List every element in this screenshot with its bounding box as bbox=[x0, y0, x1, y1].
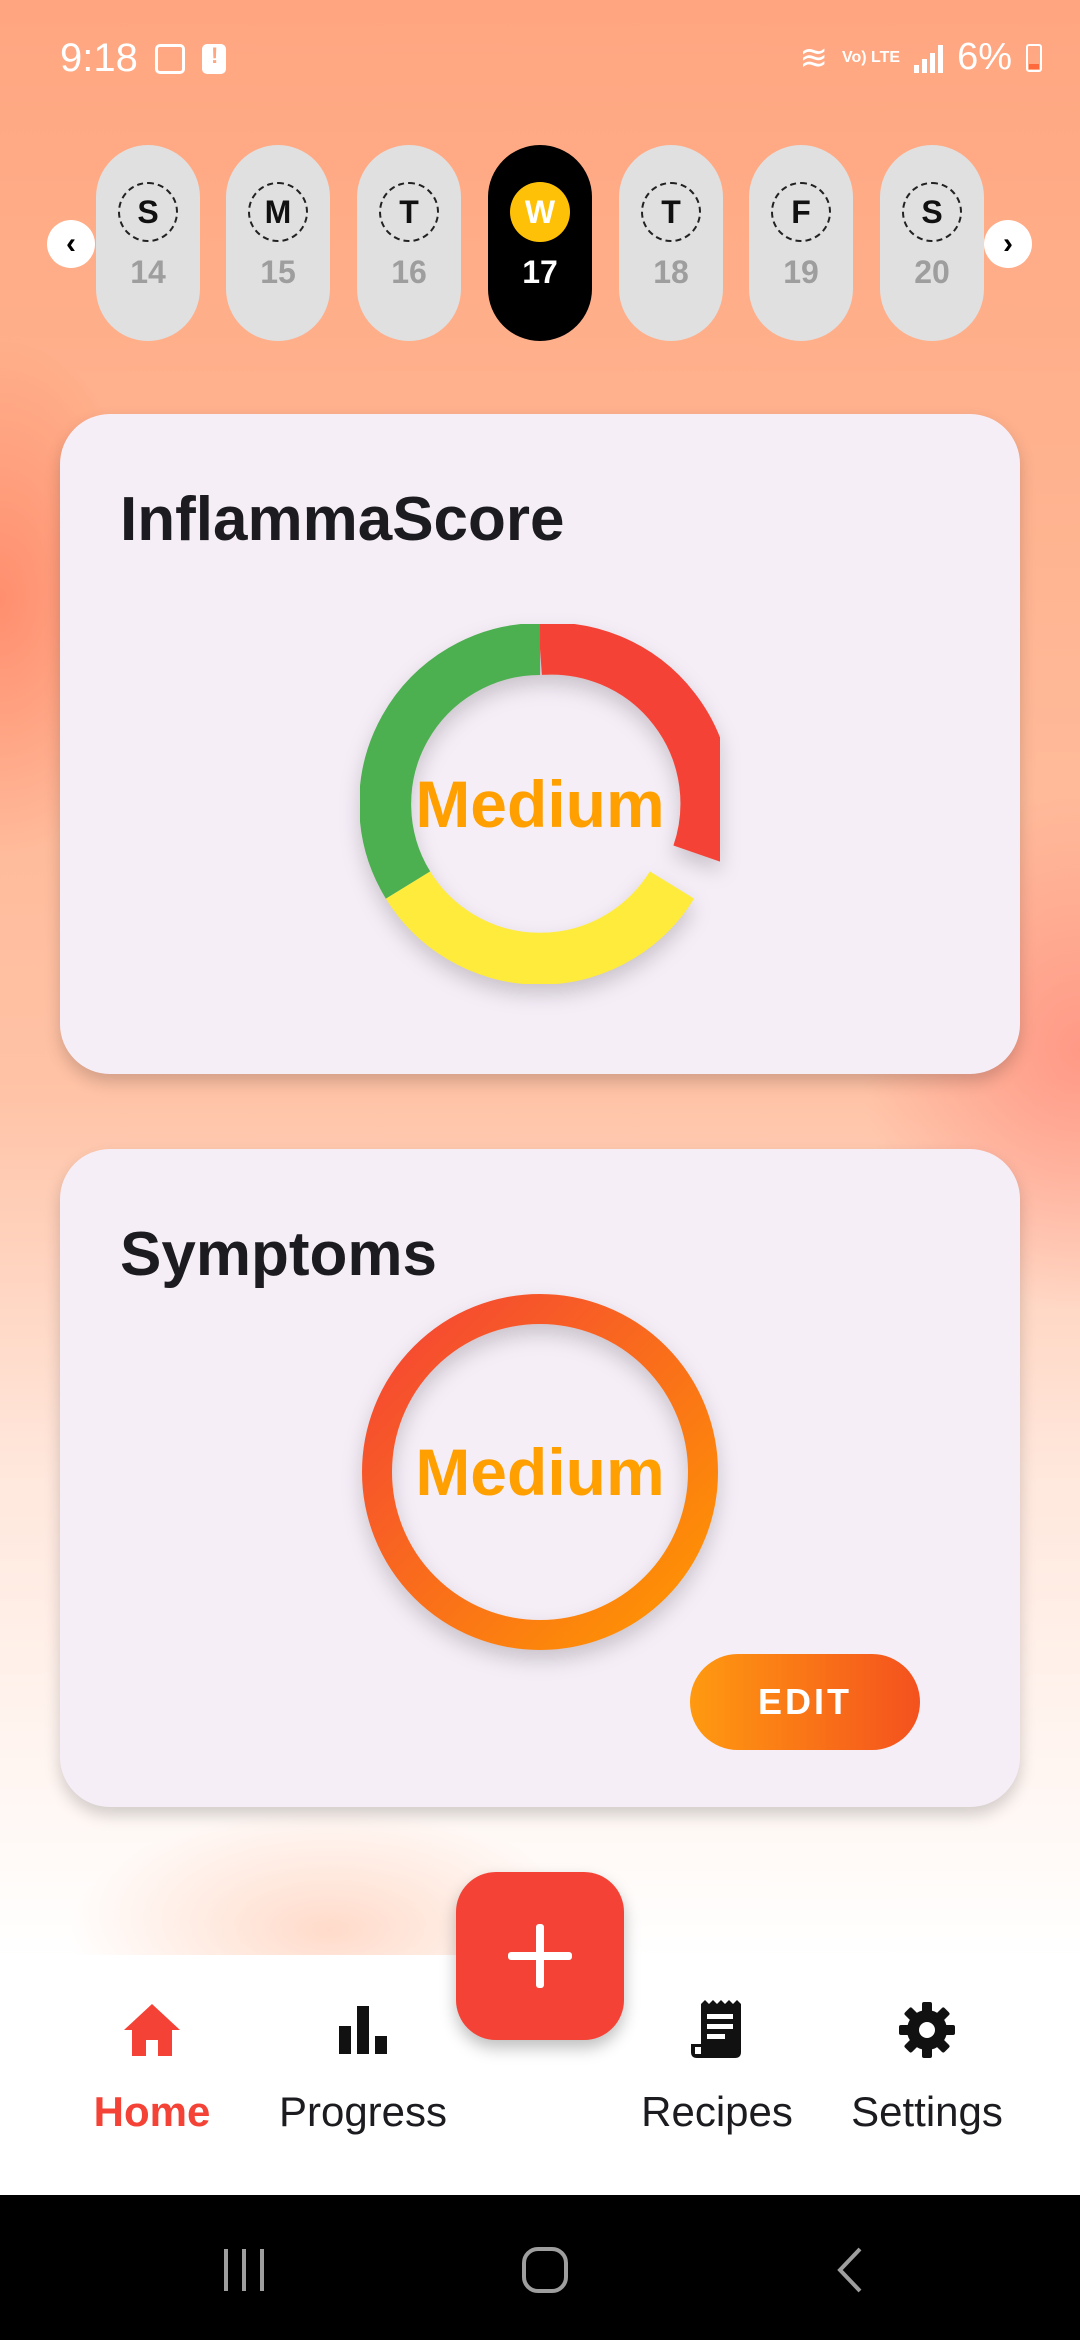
wifi-icon: ≋ bbox=[799, 38, 829, 77]
day-letter: M bbox=[248, 182, 308, 242]
card-title: InflammaScore bbox=[120, 485, 565, 554]
day-pill-20[interactable]: S 20 bbox=[880, 145, 984, 341]
day-letter: S bbox=[902, 182, 962, 242]
day-pill-17-selected[interactable]: W 17 bbox=[488, 145, 592, 341]
battery-icon bbox=[1026, 43, 1042, 72]
day-selector: ‹ S 14 M 15 T 16 W 17 T 18 F 19 S 20 › bbox=[0, 145, 1080, 345]
inflammascore-card[interactable]: InflammaScore Medium bbox=[60, 414, 1020, 1074]
gear-icon bbox=[897, 2000, 957, 2060]
day-number: 20 bbox=[914, 254, 950, 290]
symptoms-level: Medium bbox=[415, 1435, 665, 1509]
day-pill-15[interactable]: M 15 bbox=[226, 145, 330, 341]
home-circle-icon[interactable] bbox=[515, 2240, 575, 2300]
day-letter: F bbox=[771, 182, 831, 242]
recents-icon[interactable] bbox=[215, 2240, 275, 2300]
battery-percent: 6% bbox=[957, 36, 1012, 78]
day-letter: S bbox=[118, 182, 178, 242]
status-right: ≋ Vo) LTE 6% bbox=[800, 36, 1042, 79]
alert-icon bbox=[202, 43, 226, 74]
image-icon bbox=[155, 44, 185, 74]
nav-item-settings[interactable]: Settings bbox=[827, 2000, 1027, 2136]
day-number: 16 bbox=[391, 254, 427, 290]
day-number: 17 bbox=[522, 254, 558, 290]
nav-item-home[interactable]: Home bbox=[52, 2000, 252, 2136]
back-icon[interactable] bbox=[820, 2240, 880, 2300]
nav-label: Recipes bbox=[641, 2088, 793, 2135]
symptoms-ring: Medium bbox=[360, 1292, 720, 1652]
nav-item-progress[interactable]: Progress bbox=[263, 2000, 463, 2136]
bar-chart-icon bbox=[337, 2000, 389, 2060]
status-time: 9:18 bbox=[60, 36, 138, 80]
chevron-left-icon[interactable]: ‹ bbox=[47, 220, 95, 268]
symptoms-card[interactable]: Symptoms Medium EDIT bbox=[60, 1149, 1020, 1807]
day-pill-18[interactable]: T 18 bbox=[619, 145, 723, 341]
card-title: Symptoms bbox=[120, 1220, 437, 1289]
day-letter: T bbox=[379, 182, 439, 242]
chevron-right-icon[interactable]: › bbox=[984, 220, 1032, 268]
inflammascore-ring: Medium bbox=[360, 624, 720, 984]
nav-label: Home bbox=[93, 2088, 211, 2135]
network-type: Vo) LTE bbox=[842, 48, 901, 66]
day-letter: W bbox=[510, 182, 570, 242]
day-pill-14[interactable]: S 14 bbox=[96, 145, 200, 341]
status-bar: 9:18 ≋ Vo) LTE 6% bbox=[0, 0, 1080, 130]
system-navigation-bar bbox=[0, 2195, 1080, 2340]
day-letter: T bbox=[641, 182, 701, 242]
plus-icon bbox=[508, 1924, 572, 1988]
receipt-icon bbox=[689, 2000, 745, 2060]
score-level: Medium bbox=[415, 767, 665, 841]
day-number: 15 bbox=[260, 254, 296, 290]
day-pill-16[interactable]: T 16 bbox=[357, 145, 461, 341]
nav-label: Settings bbox=[851, 2088, 1003, 2135]
add-button[interactable] bbox=[456, 1872, 624, 2040]
home-icon bbox=[122, 2000, 182, 2060]
day-number: 19 bbox=[783, 254, 819, 290]
day-number: 14 bbox=[130, 254, 166, 290]
nav-item-recipes[interactable]: Recipes bbox=[617, 2000, 817, 2136]
day-number: 18 bbox=[653, 254, 689, 290]
signal-icon bbox=[914, 43, 944, 73]
nav-label: Progress bbox=[278, 2088, 448, 2135]
edit-button[interactable]: EDIT bbox=[690, 1654, 920, 1750]
day-pill-19[interactable]: F 19 bbox=[749, 145, 853, 341]
